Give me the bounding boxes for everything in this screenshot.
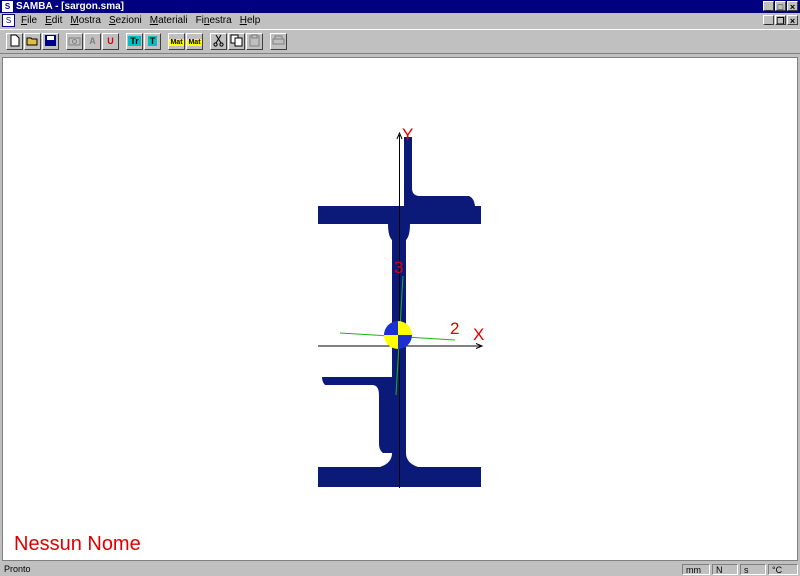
unit-temperature: °C (768, 564, 798, 575)
top-angle (404, 137, 475, 206)
status-bar: Pronto mm N s °C (0, 563, 800, 575)
principal-2-label: 2 (450, 319, 459, 338)
section-drawing: Y X 3 2 (318, 125, 484, 488)
bottom-angle (322, 377, 392, 453)
y-axis-label: Y (402, 125, 413, 144)
unit-length: mm (682, 564, 710, 575)
unit-time: s (740, 564, 766, 575)
status-text: Pronto (4, 564, 31, 574)
section-name-label: Nessun Nome (14, 533, 141, 555)
unit-force: N (712, 564, 738, 575)
principal-3-label: 3 (394, 258, 403, 277)
x-axis-label: X (473, 325, 484, 344)
centroid-marker (384, 321, 412, 349)
